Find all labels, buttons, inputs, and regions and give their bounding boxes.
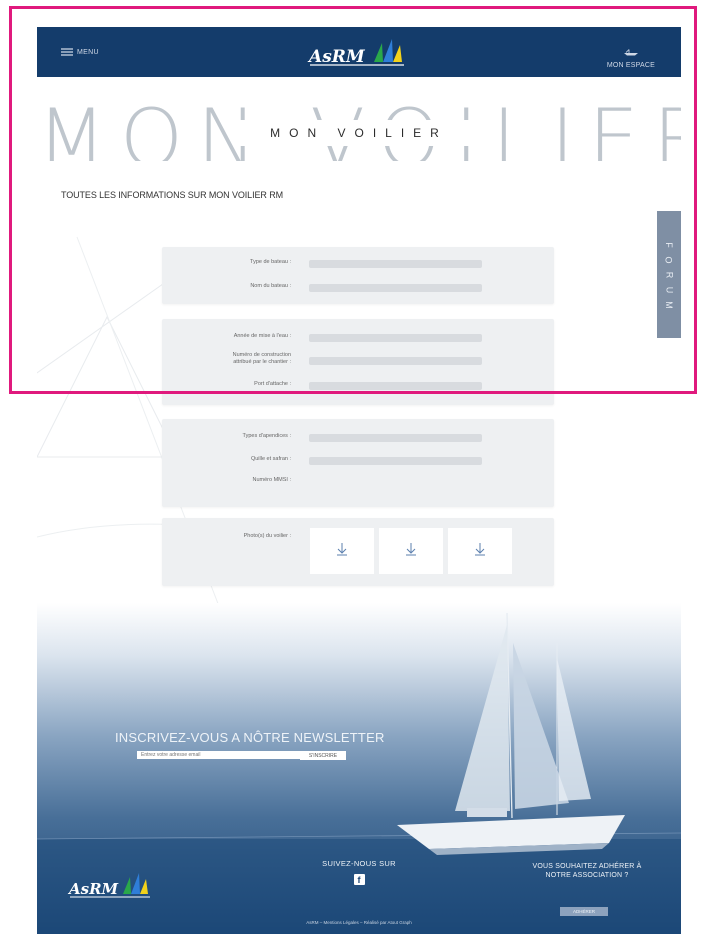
boat-name-label: Nom du bateau : (250, 283, 291, 289)
legal-credit: Réalisé par Atout Graph (363, 920, 412, 925)
photo-upload-3[interactable] (448, 528, 512, 574)
boat-type-label: Type de bateau : (250, 259, 291, 265)
card-boat-origin: Année de mise à l'eau : Numéro de constr… (162, 319, 554, 405)
card-boat-identity: Type de bateau : Nom du bateau : (162, 247, 554, 304)
keel-rudder-input[interactable] (309, 457, 482, 465)
field-row-mmsi: Numéro MMSI : (162, 477, 554, 495)
page-title: MON VOILIER (270, 126, 448, 140)
forum-letter: R (664, 271, 674, 278)
card-boat-specs: Types d'apendices : Quille et safran : N… (162, 419, 554, 507)
footer-logo-text: AsRM (67, 880, 119, 898)
download-arrow-icon (474, 542, 486, 561)
hamburger-icon (61, 48, 73, 56)
logo-text: AsRM (307, 47, 366, 67)
mmsi-label: Numéro MMSI : (252, 477, 291, 483)
account-label: MON ESPACE (606, 62, 655, 69)
field-row-appendices: Types d'apendices : (162, 433, 554, 451)
forum-letter: O (663, 255, 674, 264)
site-logo[interactable]: AsRM (304, 35, 414, 69)
appendices-input[interactable] (309, 434, 482, 442)
boat-type-input[interactable] (309, 260, 482, 268)
sailboat-photo-background: INSCRIVEZ-VOUS A NÔTRE NEWSLETTER S'INSC… (37, 603, 681, 934)
launch-year-input[interactable] (309, 334, 482, 342)
photo-upload-2[interactable] (379, 528, 443, 574)
forum-letter: M (664, 300, 674, 309)
forum-letter: F (664, 241, 674, 248)
newsletter-email-input[interactable] (137, 751, 303, 759)
home-port-input[interactable] (309, 382, 482, 390)
build-number-label-line2: attribué par le chantier : (233, 359, 291, 365)
home-port-label: Port d'attache : (254, 381, 291, 387)
forum-tab[interactable]: F O R U M (657, 211, 681, 338)
account-link[interactable]: MON ESPACE (607, 43, 655, 69)
download-arrow-icon (336, 542, 348, 561)
join-button[interactable]: ADHÉRER (560, 907, 608, 916)
field-row-build-number: Numéro de construction attribué par le c… (162, 352, 554, 376)
photo-upload-1[interactable] (310, 528, 374, 574)
newsletter-subscribe-button[interactable]: S'INSCRIRE (300, 751, 346, 760)
field-row-keel-rudder: Quille et safran : (162, 456, 554, 474)
field-row-home-port: Port d'attache : (162, 381, 554, 399)
sailboat-icon (623, 43, 639, 60)
card-boat-photos: Photo(s) du voilier : (162, 518, 554, 586)
intro-text: TOUTES LES INFORMATIONS SUR MON VOILIER … (61, 190, 283, 200)
field-row-boat-name: Nom du bateau : (162, 283, 554, 301)
join-line-2: NOTRE ASSOCIATION ? (545, 872, 629, 879)
footer-logo[interactable]: AsRM (67, 869, 157, 901)
site: MENU AsRM MON ESPACE MON VOILIER MON VOI… (37, 27, 681, 934)
join-line-1: VOUS SOUHAITEZ ADHÉRER À (532, 863, 642, 870)
menu-label: MENU (77, 48, 99, 56)
menu-button[interactable]: MENU (61, 45, 99, 59)
build-number-input[interactable] (309, 357, 482, 365)
join-association-text: VOUS SOUHAITEZ ADHÉRER À NOTRE ASSOCIATI… (507, 862, 667, 880)
download-arrow-icon (405, 542, 417, 561)
legal-notice-link[interactable]: Mentions Légales (323, 920, 358, 925)
legal-footer: AsRM – Mentions Légales – Réalisé par At… (37, 920, 681, 925)
keel-rudder-label: Quille et safran : (250, 456, 291, 462)
launch-year-label: Année de mise à l'eau : (233, 333, 291, 339)
legal-brand: AsRM (306, 920, 319, 925)
photos-label: Photo(s) du voilier : (243, 533, 291, 539)
field-row-boat-type: Type de bateau : (162, 259, 554, 277)
forum-letter: U (664, 286, 674, 293)
build-number-label: Numéro de construction attribué par le c… (166, 352, 291, 366)
newsletter-title: INSCRIVEZ-VOUS A NÔTRE NEWSLETTER (115, 730, 385, 745)
field-row-launch-year: Année de mise à l'eau : (162, 333, 554, 351)
appendices-label: Types d'apendices : (242, 433, 291, 439)
build-number-label-line1: Numéro de construction (232, 352, 291, 358)
top-navigation-bar: MENU AsRM MON ESPACE (37, 27, 681, 77)
boat-name-input[interactable] (309, 284, 482, 292)
facebook-icon[interactable]: f (353, 874, 365, 885)
